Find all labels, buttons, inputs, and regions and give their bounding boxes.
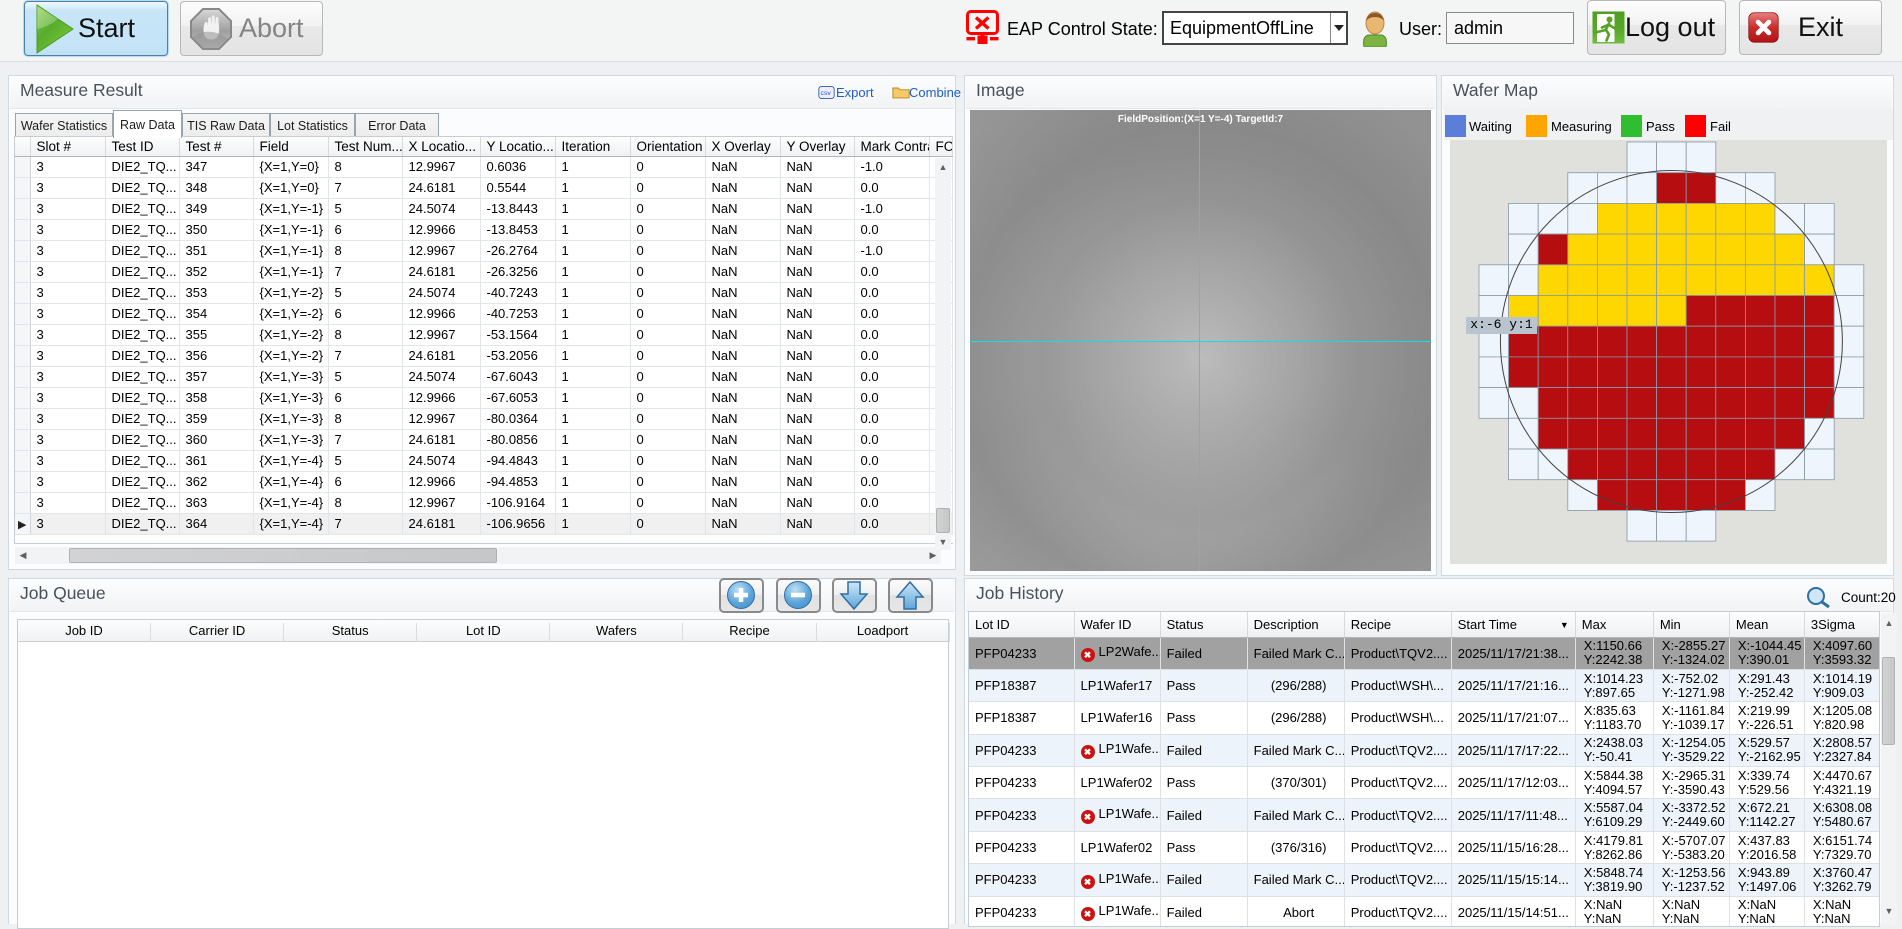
svg-text:csv: csv — [821, 90, 832, 97]
